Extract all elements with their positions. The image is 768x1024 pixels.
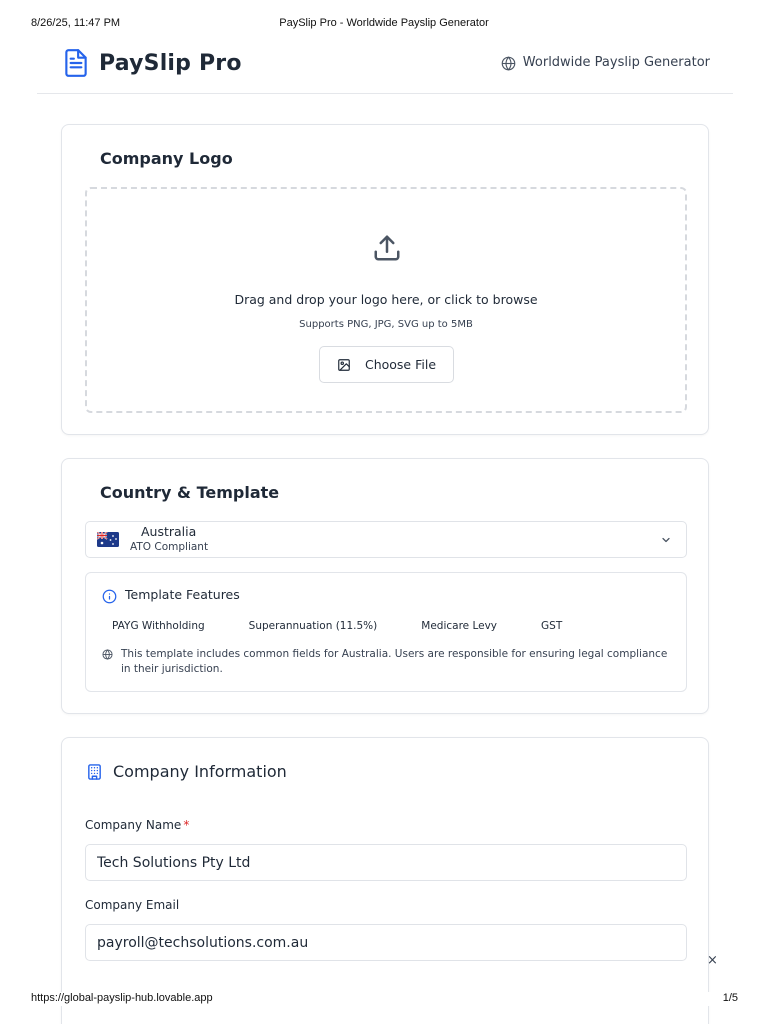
feature-badge: Superannuation (11.5%) [248,620,378,632]
print-url: https://global-payslip-hub.lovable.app [31,992,213,1004]
logo-section-title: Company Logo [100,149,233,168]
choose-file-label: Choose File [364,357,437,372]
feature-badges: PAYG Withholding Superannuation (11.5%) … [104,618,598,634]
document-icon [65,49,87,77]
company-email-label: Company Email [85,898,180,912]
choose-file-button[interactable]: Choose File [319,346,454,383]
image-icon [338,358,350,371]
brand-name: PaySlip Pro [99,50,242,76]
country-template-card: Country & Template Australia ATO Complia… [61,458,709,714]
close-icon[interactable]: × [707,953,718,968]
template-features-box: Template Features PAYG Withholding Super… [85,572,687,692]
dropzone-instructions: Drag and drop your logo here, or click t… [234,292,538,307]
chevron-down-icon [662,537,670,543]
logo-dropzone[interactable]: Drag and drop your logo here, or click t… [85,187,687,413]
company-section-header: Company Information [86,762,287,781]
print-page-number: 1/5 [722,992,738,1004]
australia-flag-icon [97,532,119,547]
header-tagline: Worldwide Payslip Generator [501,54,710,71]
selected-country: Australia [141,524,197,539]
globe-icon [501,56,516,71]
print-header: 8/26/25, 11:47 PM PaySlip Pro - Worldwid… [0,17,768,31]
feature-badge: GST [541,620,563,632]
company-name-label-text: Company Name [85,818,182,832]
info-icon [102,589,117,604]
building-icon [88,763,101,780]
feature-badge: Medicare Levy [421,620,498,632]
compliance-note: This template includes common fields for… [121,648,668,675]
company-logo-card: Company Logo Drag and drop your logo her… [61,124,709,435]
country-section-title: Country & Template [100,483,280,502]
tagline-text: Worldwide Payslip Generator [522,55,710,70]
company-email-input[interactable] [85,924,687,961]
template-features-title: Template Features [125,587,240,602]
print-footer: https://global-payslip-hub.lovable.app 1… [0,992,768,1006]
company-section-title: Company Information [113,762,287,781]
feature-badge: PAYG Withholding [112,620,205,632]
company-name-label: Company Name * [85,818,189,832]
upload-icon [374,235,400,261]
company-name-input[interactable] [85,844,687,881]
company-information-card: Company Information Company Name* Compan… [61,737,709,1024]
brand[interactable]: PaySlip Pro [63,48,242,78]
app-header: PaySlip Pro Worldwide Payslip Generator [37,44,733,94]
required-marker: * [183,818,190,832]
globe-icon [102,649,113,660]
selected-country-compliance: ATO Compliant [130,541,209,553]
print-page-title: PaySlip Pro - Worldwide Payslip Generato… [279,17,489,29]
dropzone-hint: Supports PNG, JPG, SVG up to 5MB [299,319,473,330]
country-select[interactable]: Australia ATO Compliant [85,521,687,558]
